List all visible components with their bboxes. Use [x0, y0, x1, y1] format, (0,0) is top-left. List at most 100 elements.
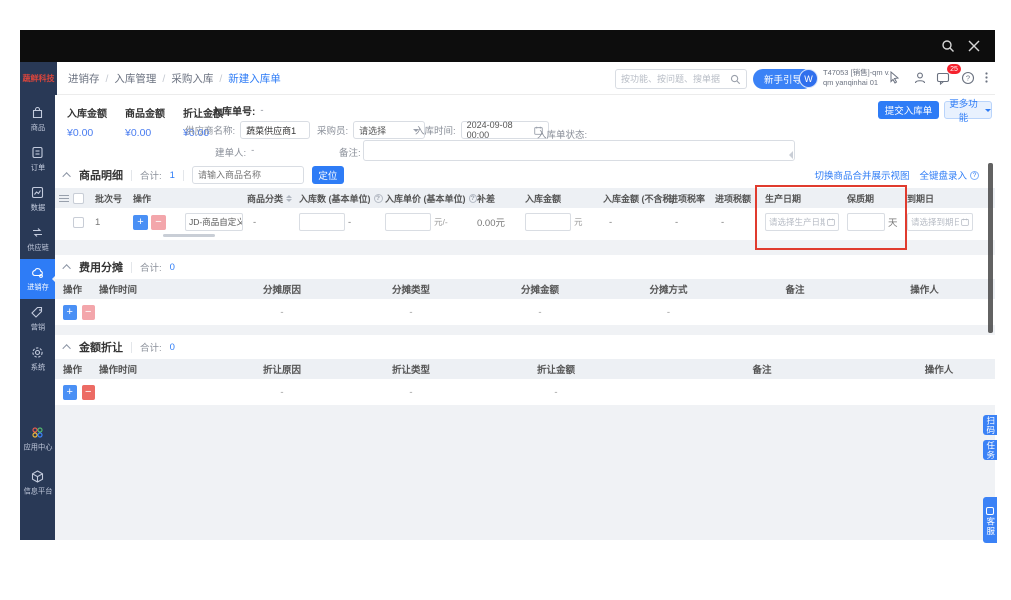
keyboard-entry-link[interactable]: 全键盘录入 — [919, 168, 967, 182]
cell-reason: - — [217, 307, 347, 318]
col-op-time: 操作时间 — [95, 362, 217, 376]
fee-allocation-panel: 费用分摊 合计: 0 操作 操作时间 分摊原因 分摊类型 分摊金额 分摊方式 备… — [55, 255, 995, 325]
collapse-icon[interactable] — [62, 172, 70, 180]
buyer-label: 采购员: — [317, 123, 348, 137]
supplier-label: 供应商名称: — [185, 123, 235, 137]
global-search-input[interactable] — [621, 74, 730, 84]
expire-date-input[interactable]: 请选择到期日 — [907, 213, 973, 231]
bag-icon — [30, 105, 45, 120]
app-logo: 蔬鲜科技 — [20, 62, 57, 95]
add-row-button[interactable]: + — [63, 385, 77, 400]
sidebar-item-inventory[interactable]: 进销存 — [20, 259, 55, 299]
supplier-input-field[interactable] — [246, 125, 304, 135]
delete-row-button[interactable]: − — [82, 305, 96, 320]
col-prod-date: 生产日期 — [765, 192, 847, 205]
float-tab-scan[interactable]: 扫码 — [983, 415, 997, 435]
float-tab-service[interactable]: 客服 — [983, 497, 997, 543]
row-checkbox[interactable] — [73, 217, 95, 228]
sidebar-item-label: 应用中心 — [23, 443, 52, 453]
row-product-name[interactable]: JD-商品自定义文 — [185, 213, 247, 231]
sidebar-item-marketing[interactable]: 营销 — [20, 299, 55, 339]
info-icon[interactable] — [469, 194, 478, 203]
avatar[interactable]: W — [799, 69, 818, 88]
info-icon[interactable] — [970, 171, 979, 180]
sidebar-item-label: 商品 — [30, 123, 44, 133]
fee-section-header: 费用分摊 合计: 0 — [65, 255, 175, 279]
scrollbar-thumb[interactable] — [988, 163, 993, 333]
order-form-panel: 入库金额 ¥0.00 商品金额 ¥0.00 折让金额 ¥0.00 — [55, 95, 995, 162]
breadcrumb-item[interactable]: 入库管理 — [114, 71, 156, 86]
product-search[interactable] — [192, 166, 304, 184]
global-search[interactable] — [615, 69, 747, 89]
qty-input[interactable] — [299, 213, 345, 231]
contacts-icon[interactable] — [913, 71, 928, 86]
more-menu-icon[interactable] — [980, 71, 995, 86]
col-amount-notax: 入库金额 (不含税) — [603, 192, 669, 205]
search-icon[interactable] — [941, 39, 955, 53]
breadcrumb-item[interactable]: 进销存 — [68, 71, 100, 86]
amount-input[interactable] — [525, 213, 571, 231]
sort-icon[interactable] — [286, 192, 292, 205]
product-table-row: 1 + − JD-商品自定义文 - - 元/- — [55, 208, 995, 236]
remark-textarea[interactable] — [363, 140, 795, 161]
price-input[interactable] — [385, 213, 431, 231]
delete-row-button[interactable]: − — [151, 215, 166, 230]
col-operator: 操作人 — [887, 362, 991, 376]
collapse-icon[interactable] — [62, 264, 70, 272]
sidebar-item-orders[interactable]: 订单 — [20, 139, 55, 179]
row-seq: 1 — [95, 217, 133, 228]
sidebar-item-label: 信息平台 — [23, 487, 52, 497]
sidebar-item-goods[interactable]: 商品 — [20, 99, 55, 139]
sidebar-item-system[interactable]: 系统 — [20, 339, 55, 379]
close-icon[interactable] — [967, 39, 981, 53]
buyer-select-value: 请选择 — [359, 124, 386, 137]
locate-button[interactable]: 定位 — [312, 166, 344, 184]
sidebar-item-infoplatform[interactable]: 信息平台 — [20, 461, 55, 505]
total-label: 合计: — [140, 168, 162, 182]
calendar-icon — [961, 218, 969, 226]
row-price: 元/- — [385, 213, 477, 231]
creator-value: - — [251, 145, 254, 159]
discount-table-header: 操作 操作时间 折让原因 折让类型 折让金额 备注 操作人 — [55, 359, 995, 379]
select-all-checkbox[interactable] — [73, 193, 95, 204]
prod-date-input[interactable]: 请选择生产日期 — [765, 213, 839, 231]
row-tax-rate: - — [669, 217, 715, 228]
sidebar-item-data[interactable]: 数据 — [20, 179, 55, 219]
drag-handle-icon[interactable] — [59, 195, 73, 202]
total-value: 1 — [170, 170, 175, 181]
more-functions-button[interactable]: 更多功能 — [944, 101, 992, 119]
time-value: 2024-09-08 00:00 — [467, 120, 534, 140]
breadcrumb-item[interactable]: 采购入库 — [171, 71, 213, 86]
info-icon[interactable] — [374, 194, 383, 203]
submit-order-button[interactable]: 提交入库单 — [878, 101, 939, 119]
time-picker[interactable]: 2024-09-08 00:00 — [461, 121, 549, 139]
col-shelf-life: 保质期 — [847, 192, 907, 205]
collapse-icon[interactable] — [62, 344, 70, 352]
calendar-icon — [827, 218, 835, 226]
add-row-button[interactable]: + — [133, 215, 148, 230]
shelf-life-input[interactable] — [847, 213, 885, 231]
divider — [131, 342, 132, 353]
row-qty: - — [299, 213, 385, 231]
mini-scrollbar[interactable] — [163, 234, 215, 237]
delete-row-button[interactable]: − — [82, 385, 96, 400]
sidebar-item-supplychain[interactable]: 供应链 — [20, 219, 55, 259]
sidebar-item-label: 进销存 — [27, 283, 49, 293]
pointer-icon[interactable] — [888, 71, 903, 86]
supplier-input[interactable] — [240, 121, 310, 139]
col-amount: 入库金额 — [525, 192, 603, 205]
fee-table-row: + − - - - - — [55, 299, 995, 325]
product-table-header: 批次号 操作 商品分类 入库数 (基本单位) 入库单价 (基本单位) — [55, 188, 995, 208]
sidebar-item-label: 供应链 — [27, 243, 49, 253]
help-icon[interactable]: ? — [961, 71, 976, 86]
add-row-button[interactable]: + — [63, 305, 77, 320]
col-operation: 操作 — [59, 282, 95, 296]
app-window: 蔬鲜科技 进销存 / 入库管理 / 采购入库 / 新建入库单 新手引导 W T4… — [20, 30, 995, 540]
col-category[interactable]: 商品分类 — [247, 192, 299, 205]
row-shelf-life: 天 — [847, 213, 907, 231]
sidebar-item-appcenter[interactable]: 应用中心 — [20, 417, 55, 461]
browser-topbar — [20, 30, 995, 62]
switch-view-link[interactable]: 切换商品合并展示视图 — [814, 168, 909, 182]
float-tab-tasks[interactable]: 任务 — [983, 440, 997, 460]
product-search-input[interactable] — [198, 170, 298, 180]
